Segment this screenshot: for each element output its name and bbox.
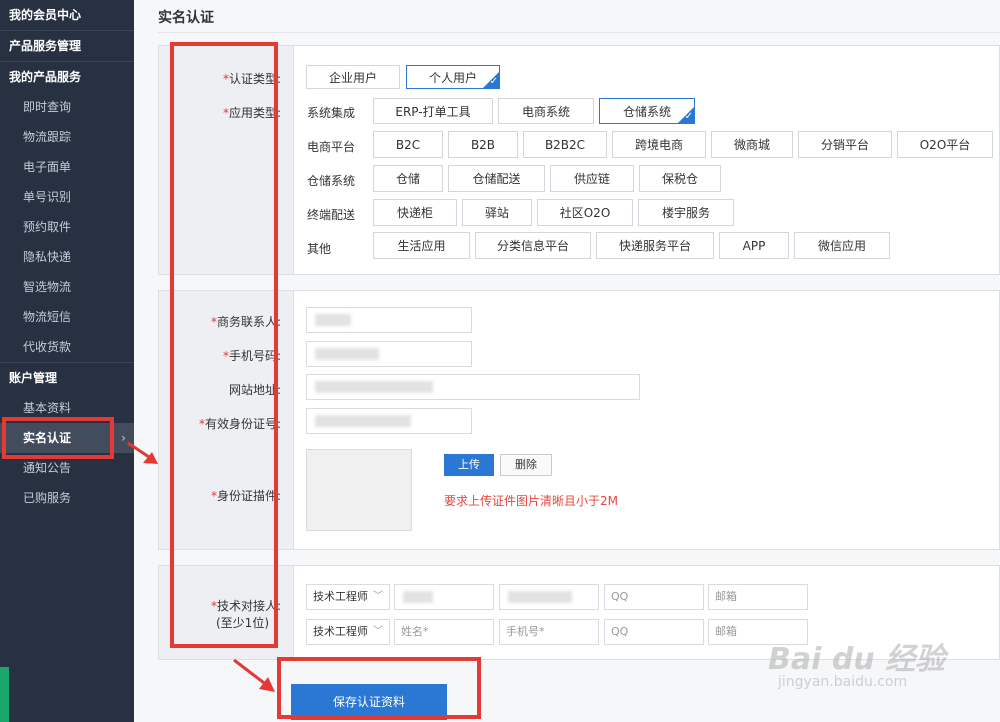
arrow-line bbox=[233, 658, 269, 688]
watermark-url: jingyan.baidu.com bbox=[778, 674, 908, 690]
watermark-logo: Bai du 经验 bbox=[768, 642, 946, 677]
annotation-arrows bbox=[127, 441, 275, 692]
